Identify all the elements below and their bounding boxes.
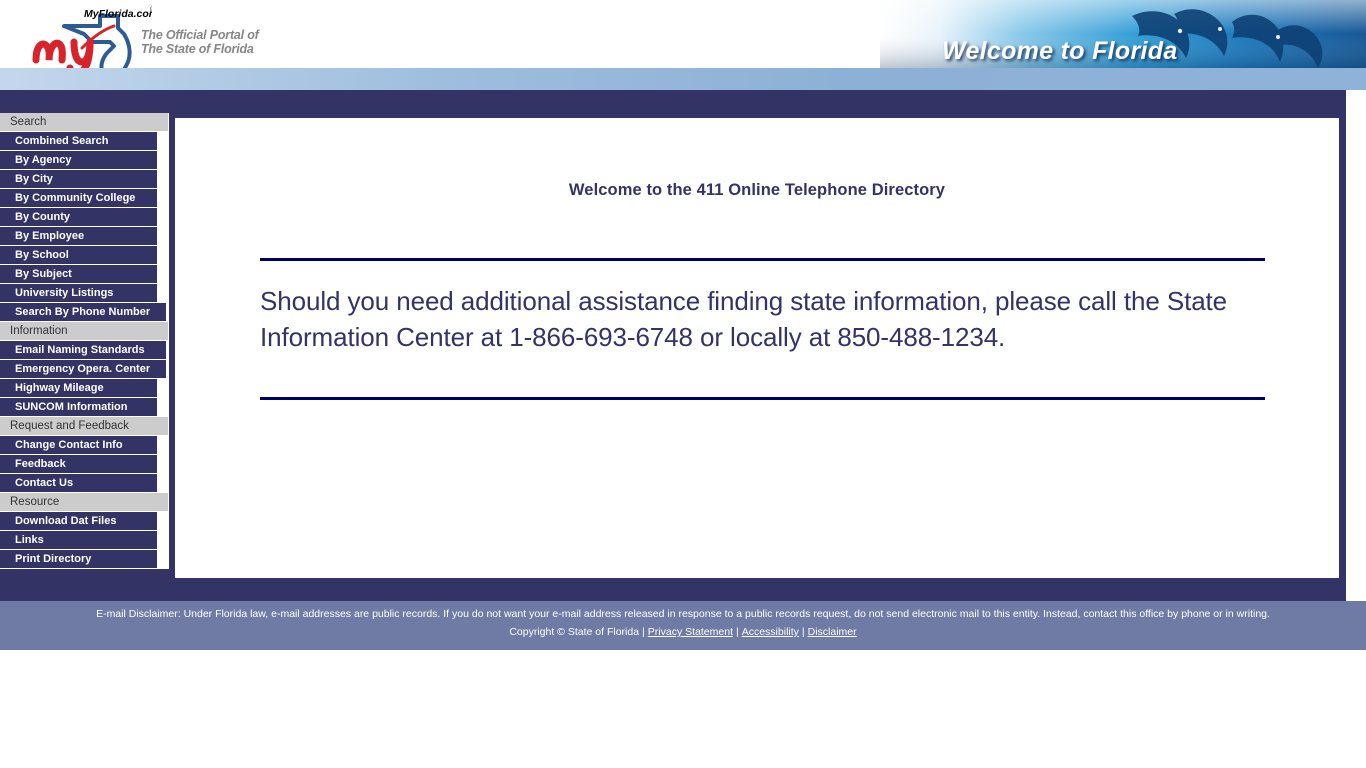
sidebar-item-search-by-phone-number[interactable]: Search By Phone Number bbox=[0, 303, 166, 321]
sidebar-item-by-county[interactable]: By County bbox=[0, 208, 157, 226]
page-header: MyFlorida.com ® The Official Portal of T… bbox=[0, 0, 1366, 90]
page-title: Welcome to the 411 Online Telephone Dire… bbox=[568, 181, 946, 199]
sidebar-item-by-school[interactable]: By School bbox=[0, 246, 157, 264]
sidebar-item-print-directory[interactable]: Print Directory bbox=[0, 550, 157, 568]
main-content: Welcome to the 411 Online Telephone Dire… bbox=[175, 118, 1339, 578]
sidebar-item-email-naming-standards[interactable]: Email Naming Standards bbox=[0, 341, 166, 359]
divider-bottom bbox=[260, 397, 1265, 400]
sidebar-section-resource: Resource bbox=[0, 493, 168, 511]
sidebar-section-search: Search bbox=[0, 113, 168, 131]
sidebar-item-combined-search[interactable]: Combined Search bbox=[0, 132, 157, 150]
footer-separator-2: | bbox=[735, 626, 739, 638]
sidebar-item-by-agency[interactable]: By Agency bbox=[0, 151, 157, 169]
welcome-banner: Welcome to Florida bbox=[880, 0, 1366, 75]
footer-link-disclaimer[interactable]: Disclaimer bbox=[808, 626, 857, 638]
sidebar-item-university-listings[interactable]: University Listings bbox=[0, 284, 157, 302]
sidebar-navigation: Search Combined Search By Agency By City… bbox=[0, 113, 169, 569]
sidebar-item-download-dat-files[interactable]: Download Dat Files bbox=[0, 512, 157, 530]
footer-link-accessibility[interactable]: Accessibility bbox=[742, 626, 799, 638]
sidebar-item-by-city[interactable]: By City bbox=[0, 170, 157, 188]
header-gradient-strip bbox=[0, 68, 1366, 90]
sidebar-item-by-community-college[interactable]: By Community College bbox=[0, 189, 157, 207]
footer-navy-bar bbox=[0, 583, 1346, 601]
footer-separator-3: | bbox=[801, 626, 805, 638]
logo-registered-mark: ® bbox=[150, 5, 152, 14]
sidebar-section-request-and-feedback: Request and Feedback bbox=[0, 417, 168, 435]
copyright-text: Copyright © State of Florida bbox=[509, 626, 640, 638]
portal-tagline: The Official Portal of The State of Flor… bbox=[141, 28, 259, 56]
sidebar-item-suncom-information[interactable]: SUNCOM Information bbox=[0, 398, 157, 416]
footer-link-privacy-statement[interactable]: Privacy Statement bbox=[648, 626, 733, 638]
page-body: Search Combined Search By Agency By City… bbox=[0, 113, 1346, 583]
email-disclaimer: E-mail Disclaimer: Under Florida law, e-… bbox=[96, 608, 1270, 620]
footer-separator-1: | bbox=[642, 626, 645, 638]
sidebar-item-contact-us[interactable]: Contact Us bbox=[0, 474, 157, 492]
assistance-message: Should you need additional assistance fi… bbox=[260, 286, 1228, 352]
sidebar-item-emergency-operations-center[interactable]: Emergency Opera. Center bbox=[0, 360, 166, 378]
sidebar-item-highway-mileage[interactable]: Highway Mileage bbox=[0, 379, 157, 397]
page-footer: E-mail Disclaimer: Under Florida law, e-… bbox=[0, 601, 1366, 650]
sidebar-item-change-contact-info[interactable]: Change Contact Info bbox=[0, 436, 157, 454]
sidebar-section-information: Information bbox=[0, 322, 168, 340]
top-nav-bar bbox=[0, 90, 1346, 113]
sidebar-item-feedback[interactable]: Feedback bbox=[0, 455, 157, 473]
banner-title: Welcome to Florida bbox=[942, 37, 1178, 65]
sidebar-item-links[interactable]: Links bbox=[0, 531, 157, 549]
sidebar-item-by-employee[interactable]: By Employee bbox=[0, 227, 157, 245]
logo-domain-text: MyFlorida.com bbox=[84, 8, 152, 20]
sidebar-item-by-subject[interactable]: By Subject bbox=[0, 265, 157, 283]
footer-copyright-row: Copyright © State of Florida | Privacy Sta… bbox=[0, 624, 1366, 640]
divider-top bbox=[260, 258, 1265, 261]
